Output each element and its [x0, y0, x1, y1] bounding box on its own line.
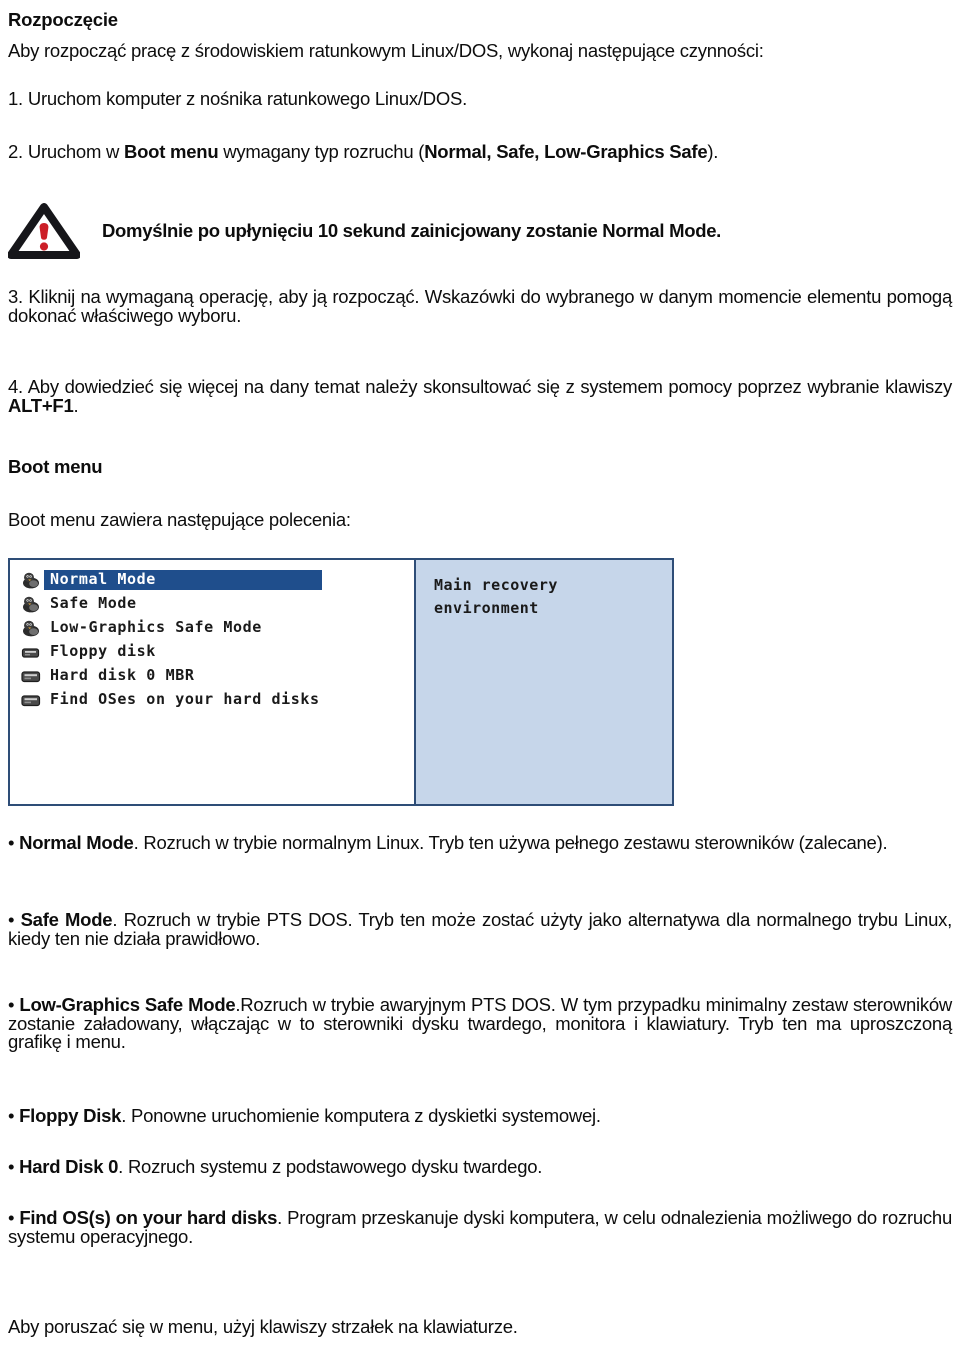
bullet-floppy-disk: • Floppy Disk. Ponowne uruchomienie komp… [8, 1105, 952, 1126]
boot-menu-list: Normal Mode Safe Mode Low-Graphics Safe … [10, 560, 416, 804]
boot-menu-item-floppy-disk[interactable]: Floppy disk [10, 640, 414, 664]
step-1-text: Uruchom komputer z nośnika ratunkowego L… [22, 88, 467, 109]
step-2-bold-boot-menu: Boot menu [124, 141, 219, 162]
step-4: 4. Aby dowiedzieć się więcej na dany tem… [8, 376, 953, 416]
boot-menu-intro: Boot menu zawiera następujące polecenia: [8, 509, 351, 530]
boot-menu-item-label: Find OSes on your hard disks [50, 690, 320, 708]
boot-menu-description-text: Main recovery environment [434, 576, 558, 617]
step-2-text-tail: ). [707, 141, 719, 162]
step-4-text-tail: . [73, 394, 79, 416]
boot-menu-heading: Boot menu [8, 456, 103, 477]
boot-menu-item-safe-mode[interactable]: Safe Mode [10, 592, 414, 616]
step-2-text-mid: wymagany typ rozruchu ( [218, 141, 425, 162]
boot-menu-item-label: Floppy disk [50, 642, 156, 660]
boot-menu-description-panel: Main recovery environment [416, 560, 672, 804]
bullet-find-oses: • Find OS(s) on your hard disks. Program… [8, 1208, 952, 1246]
boot-menu-item-hard-disk-0-mbr[interactable]: Hard disk 0 MBR [10, 664, 414, 688]
bullet-hard-disk-0: • Hard Disk 0. Rozruch systemu z podstaw… [8, 1156, 952, 1177]
bullet-marker: • [8, 1105, 15, 1126]
bullet-term: Floppy Disk [19, 1105, 122, 1126]
page-title: Rozpoczęcie [8, 9, 118, 30]
bullet-marker: • [8, 832, 15, 853]
warning-triangle-icon [7, 203, 81, 259]
intro-paragraph: Aby rozpocząć pracę z środowiskiem ratun… [8, 40, 764, 61]
step-3: 3. Kliknij na wymaganą operację, aby ją … [8, 286, 952, 326]
step-2-bold-modes: Normal, Safe, Low-Graphics Safe [424, 141, 708, 162]
step-3-text: Kliknij na wymaganą operację, aby ją roz… [8, 286, 952, 326]
penguin-icon [20, 619, 42, 637]
bullet-term: Hard Disk 0 [19, 1156, 119, 1177]
bullet-description: . Ponowne uruchomienie komputera z dyski… [121, 1105, 601, 1126]
bullet-safe-mode: • Safe Mode. Rozruch w trybie PTS DOS. T… [8, 909, 952, 949]
step-4-bold-shortcut: ALT+F1 [8, 394, 74, 416]
bullet-term: Normal Mode [19, 832, 134, 853]
boot-menu-item-find-oses[interactable]: Find OSes on your hard disks [10, 688, 414, 712]
penguin-icon [20, 595, 42, 613]
step-1-number: 1. [8, 88, 23, 109]
penguin-icon [20, 571, 42, 589]
warning-note-text: Domyślnie po upłynięciu 10 sekund zainic… [102, 219, 722, 241]
bullet-normal-mode: • Normal Mode. Rozruch w trybie normalny… [8, 832, 952, 853]
boot-menu-item-label: Low-Graphics Safe Mode [50, 618, 262, 636]
step-1: 1. Uruchom komputer z nośnika ratunkoweg… [8, 88, 952, 109]
hard-disk-icon [20, 667, 42, 685]
boot-menu-screenshot: Normal Mode Safe Mode Low-Graphics Safe … [8, 558, 674, 806]
warning-note: Domyślnie po upłynięciu 10 sekund zainic… [7, 203, 952, 259]
hard-disk-icon [20, 691, 42, 709]
boot-menu-item-label: Hard disk 0 MBR [50, 666, 195, 684]
boot-menu-item-label: Normal Mode [44, 570, 322, 590]
boot-menu-item-low-graphics-safe-mode[interactable]: Low-Graphics Safe Mode [10, 616, 414, 640]
bullet-description: . Rozruch w trybie PTS DOS. Tryb ten moż… [8, 909, 952, 949]
bullet-description: . Rozruch w trybie normalnym Linux. Tryb… [133, 832, 888, 853]
step-4-text-lead: Aby dowiedzieć się więcej na dany temat … [22, 376, 953, 397]
footer-note: Aby poruszać się w menu, użyj klawiszy s… [8, 1316, 518, 1337]
bullet-low-graphics-safe-mode: • Low-Graphics Safe Mode.Rozruch w trybi… [8, 995, 952, 1052]
step-2: 2. Uruchom w Boot menu wymagany typ rozr… [8, 141, 952, 162]
floppy-drive-icon [20, 643, 42, 661]
document-page: Rozpoczęcie Aby rozpocząć pracę z środow… [0, 0, 960, 1365]
bullet-description: . Rozruch systemu z podstawowego dysku t… [118, 1156, 543, 1177]
bullet-marker: • [8, 1156, 15, 1177]
boot-menu-item-normal-mode[interactable]: Normal Mode [10, 568, 414, 592]
step-2-text-lead: Uruchom w [22, 141, 125, 162]
step-2-number: 2. [8, 141, 23, 162]
boot-menu-item-label: Safe Mode [50, 594, 137, 612]
